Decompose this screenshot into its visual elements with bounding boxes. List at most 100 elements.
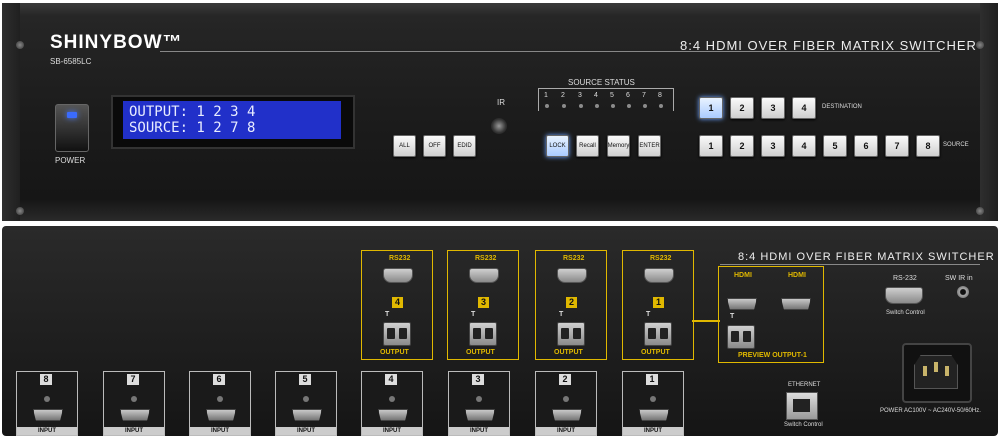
power-label: POWER	[55, 156, 86, 165]
rs232-port-icon[interactable]	[557, 268, 587, 283]
screw-icon	[563, 396, 569, 402]
input-label: INPUT	[362, 427, 422, 435]
input-number: 3	[472, 374, 484, 385]
rack-screw	[16, 207, 24, 215]
power-pin	[945, 366, 949, 376]
hdmi-port-icon[interactable]	[378, 409, 408, 421]
ethernet-label: ETHERNET	[788, 382, 821, 388]
input-number: 5	[299, 374, 311, 385]
rear-divider	[720, 264, 980, 265]
hdmi-port-icon[interactable]	[33, 409, 63, 421]
rs232-port-icon[interactable]	[469, 268, 499, 283]
lock-button[interactable]: LOCK	[546, 135, 569, 157]
input-label: INPUT	[449, 427, 509, 435]
screw-icon	[217, 396, 223, 402]
fiber-port-icon[interactable]	[557, 322, 585, 346]
fiber-port-icon[interactable]	[644, 322, 672, 346]
destination-button-4[interactable]: 4	[792, 97, 816, 119]
input-8: 8 INPUT	[16, 371, 78, 436]
source-button-1[interactable]: 1	[699, 135, 723, 157]
fiber-port-icon[interactable]	[383, 322, 411, 346]
output-link-line	[692, 320, 720, 322]
power-rating-label: POWER AC100V ~ AC240V-50/60Hz.	[880, 408, 981, 414]
input-2: 2 INPUT	[535, 371, 597, 436]
hdmi-port-icon[interactable]	[292, 409, 322, 421]
input-label: INPUT	[276, 427, 336, 435]
lcd-line-source: SOURCE: 1 2 7 8	[129, 120, 256, 136]
hdmi-port-icon[interactable]	[552, 409, 582, 421]
input-number: 8	[40, 374, 52, 385]
input-label: INPUT	[536, 427, 596, 435]
source-button-4[interactable]: 4	[792, 135, 816, 157]
rear-title: 8:4 HDMI OVER FIBER MATRIX SWITCHER	[738, 251, 995, 263]
ir-jack-icon[interactable]	[957, 286, 969, 298]
input-label: INPUT	[17, 427, 77, 435]
power-pin	[923, 366, 927, 376]
destination-button-1[interactable]: 1	[699, 97, 723, 119]
edid-button[interactable]: EDID	[453, 135, 476, 157]
source-button-5[interactable]: 5	[823, 135, 847, 157]
preview-output-label: PREVIEW OUTPUT-1	[738, 352, 807, 359]
rs232-label: RS232	[389, 255, 411, 262]
memory-button[interactable]: Memory	[607, 135, 630, 157]
destination-button-2[interactable]: 2	[730, 97, 754, 119]
rs232-port-icon[interactable]	[644, 268, 674, 283]
model-number: SB-6585LC	[50, 57, 92, 66]
preview-hdmi-label: HDMI	[734, 272, 752, 279]
power-inlet-icon[interactable]	[902, 343, 972, 403]
fiber-port-icon[interactable]	[727, 325, 755, 349]
source-button-7[interactable]: 7	[885, 135, 909, 157]
hdmi-port-icon[interactable]	[639, 409, 669, 421]
rs232-control-port-icon[interactable]	[885, 287, 923, 304]
source-button-2[interactable]: 2	[730, 135, 754, 157]
destination-button-3[interactable]: 3	[761, 97, 785, 119]
fiber-port-icon[interactable]	[469, 322, 497, 346]
source-button-3[interactable]: 3	[761, 135, 785, 157]
ir-sensor-icon	[491, 118, 507, 134]
screw-icon	[131, 396, 137, 402]
source-status-led	[659, 104, 663, 108]
input-4: 4 INPUT	[361, 371, 423, 436]
output-number: 1	[653, 297, 664, 308]
source-status-number: 7	[642, 92, 646, 99]
input-6: 6 INPUT	[189, 371, 251, 436]
tx-label: T	[471, 311, 476, 318]
source-status-led	[627, 104, 631, 108]
all-button[interactable]: ALL	[393, 135, 416, 157]
input-number: 7	[127, 374, 139, 385]
output-number: 4	[392, 297, 403, 308]
input-number: 1	[646, 374, 658, 385]
source-status-number: 6	[626, 92, 630, 99]
source-button-8[interactable]: 8	[916, 135, 940, 157]
input-5: 5 INPUT	[275, 371, 337, 436]
source-status-number: 1	[544, 92, 548, 99]
power-switch[interactable]	[55, 104, 89, 152]
rs232-label: RS232	[563, 255, 585, 262]
source-status-number: 5	[610, 92, 614, 99]
hdmi-port-icon[interactable]	[465, 409, 495, 421]
source-status-led	[643, 104, 647, 108]
rs232-port-icon[interactable]	[383, 268, 413, 283]
source-status-led	[579, 104, 583, 108]
hdmi-port-icon[interactable]	[206, 409, 236, 421]
off-button[interactable]: OFF	[423, 135, 446, 157]
hdmi-port-icon[interactable]	[120, 409, 150, 421]
source-status-number: 4	[594, 92, 598, 99]
ethernet-port-icon[interactable]	[786, 392, 818, 420]
screw-icon	[389, 396, 395, 402]
recall-button[interactable]: Recall	[576, 135, 599, 157]
input-7: 7 INPUT	[103, 371, 165, 436]
rs232-label: RS232	[475, 255, 497, 262]
power-led-icon	[67, 112, 77, 118]
source-status-number: 8	[658, 92, 662, 99]
rack-screw	[976, 207, 984, 215]
hdmi-port-icon[interactable]	[781, 298, 811, 310]
input-1: 1 INPUT	[622, 371, 684, 436]
lcd-line-output: OUTPUT: 1 2 3 4	[129, 104, 256, 120]
destination-label: DESTINATION	[822, 104, 862, 110]
sw-ir-label: SW IR in	[945, 275, 973, 282]
source-status-led	[562, 104, 566, 108]
hdmi-port-icon[interactable]	[727, 298, 757, 310]
source-button-6[interactable]: 6	[854, 135, 878, 157]
enter-button[interactable]: ENTER	[638, 135, 661, 157]
